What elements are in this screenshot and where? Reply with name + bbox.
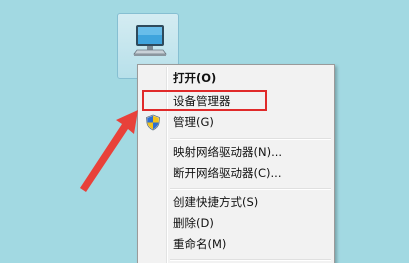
menu-item-label: 管理(G) <box>173 115 214 129</box>
computer-icon <box>133 25 167 56</box>
menu-item-disconnect-network-drive[interactable]: 断开网络驱动器(C)... <box>140 163 332 184</box>
menu-item-label: 映射网络驱动器(N)... <box>173 145 283 159</box>
menu-item-create-shortcut[interactable]: 创建快捷方式(S) <box>140 192 332 213</box>
desktop: 计 打开(O) 设备管理器 管理(G) 映射网络驱动器(N)... 断开网络驱动… <box>0 0 409 263</box>
menu-separator <box>170 138 331 140</box>
menu-item-label: 断开网络驱动器(C)... <box>173 166 282 180</box>
menu-item-manage[interactable]: 管理(G) <box>140 112 332 133</box>
menu-separator <box>170 259 331 261</box>
menu-item-delete[interactable]: 删除(D) <box>140 213 332 234</box>
menu-item-rename[interactable]: 重命名(M) <box>140 234 332 255</box>
menu-item-open[interactable]: 打开(O) <box>140 68 332 89</box>
menu-item-label: 重命名(M) <box>173 237 227 251</box>
menu-item-label: 删除(D) <box>173 216 214 230</box>
menu-separator <box>170 188 331 190</box>
highlight-box <box>142 90 267 111</box>
menu-item-label: 打开(O) <box>173 71 217 85</box>
menu-item-map-network-drive[interactable]: 映射网络驱动器(N)... <box>140 142 332 163</box>
shield-icon <box>146 114 160 131</box>
menu-item-label: 创建快捷方式(S) <box>173 195 259 209</box>
